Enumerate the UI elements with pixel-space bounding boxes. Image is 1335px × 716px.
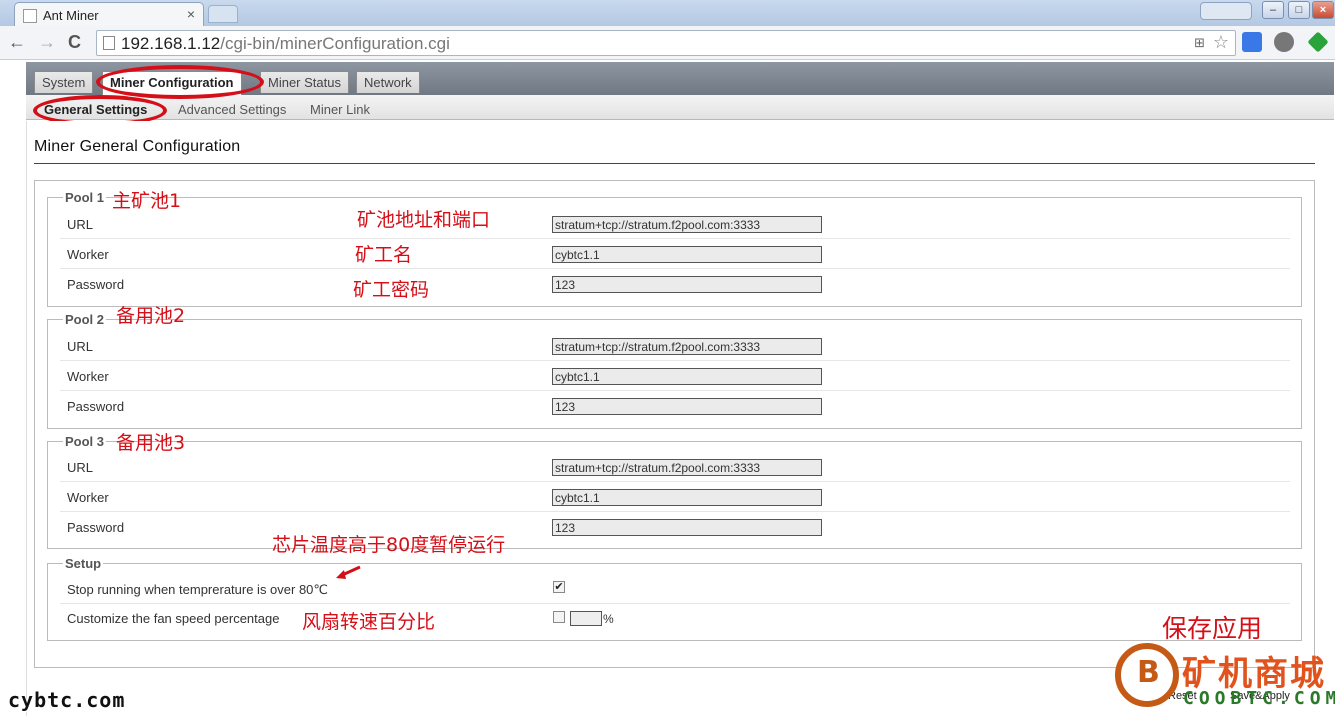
fan-unit-label: % (603, 612, 614, 626)
password-annotation: 矿工密码 (353, 279, 430, 301)
pool-1-url-input[interactable] (552, 216, 822, 233)
fan-speed-label: Customize the fan speed percentage (67, 611, 280, 626)
green-extension-icon[interactable] (1307, 31, 1329, 53)
browser-toolbar: ← → C 192.168.1.12/cgi-bin/minerConfigur… (0, 26, 1335, 60)
temp-stop-checkbox[interactable]: ✔ (553, 581, 565, 593)
browser-tab[interactable]: Ant Miner × (14, 2, 204, 28)
pool-2-url-label: URL (67, 339, 94, 354)
row-divider (60, 603, 1290, 604)
temp-annotation: 芯片温度高于80度暂停运行 (272, 534, 506, 556)
row-divider (60, 238, 1290, 239)
pool-1-annotation: 主矿池1 (112, 190, 182, 212)
pool-2-worker-label: Worker (67, 369, 109, 384)
new-tab-button[interactable] (208, 5, 238, 23)
logo-text-en: COOBTC.COM (1183, 688, 1335, 709)
pool-1-legend: Pool 1 (63, 190, 107, 205)
pool-1-worker-input[interactable] (552, 246, 822, 263)
pool-3-password-label: Password (67, 520, 125, 535)
pool-2-url-input[interactable] (552, 338, 822, 355)
row-divider (60, 360, 1290, 361)
page-title: Miner General Configuration (34, 138, 241, 155)
tab-miner-status[interactable]: Miner Status (260, 71, 349, 93)
maximize-window-button[interactable]: □ (1288, 1, 1310, 19)
pool-3-password-input[interactable] (552, 519, 822, 536)
tab-system[interactable]: System (34, 71, 94, 93)
page-favicon-icon (23, 9, 37, 23)
minimize-window-button[interactable]: – (1262, 1, 1284, 19)
pool-2-password-input[interactable] (552, 398, 822, 415)
pool-3-url-label: URL (67, 460, 94, 475)
reload-icon[interactable]: C (68, 32, 81, 52)
pool-1-url-label: URL (67, 217, 94, 232)
pool-3-url-input[interactable] (552, 459, 822, 476)
row-divider (60, 390, 1290, 391)
subtab-general-settings[interactable]: General Settings (44, 102, 147, 117)
logo-bitcoin-icon: B (1115, 643, 1179, 707)
pool-2-worker-input[interactable] (552, 368, 822, 385)
back-icon[interactable]: ← (8, 32, 26, 52)
address-url[interactable]: 192.168.1.12/cgi-bin/minerConfiguration.… (121, 34, 450, 54)
fan-speed-input[interactable] (570, 611, 602, 626)
google-translate-extension-icon[interactable] (1242, 32, 1262, 52)
setup-fieldset (47, 563, 1302, 641)
pool-2-annotation: 备用池2 (116, 305, 186, 327)
close-window-button[interactable]: × (1312, 1, 1334, 19)
red-arrow-icon (336, 565, 361, 579)
row-divider (60, 511, 1290, 512)
fan-speed-checkbox[interactable] (553, 611, 565, 623)
bookmark-star-icon[interactable]: ☆ (1213, 32, 1229, 53)
close-tab-icon[interactable]: × (187, 6, 195, 22)
translate-icon[interactable]: ⊞ (1194, 35, 1205, 51)
url-annotation: 矿池地址和端口 (357, 209, 491, 231)
pool-3-worker-input[interactable] (552, 489, 822, 506)
subtab-miner-link[interactable]: Miner Link (310, 102, 370, 117)
watermark-site: cybtc.com (8, 688, 126, 712)
page-icon (103, 36, 115, 50)
row-divider (60, 268, 1290, 269)
browser-tab-title: Ant Miner (43, 8, 99, 23)
pool-2-legend: Pool 2 (63, 312, 107, 327)
tab-miner-configuration[interactable]: Miner Configuration (102, 71, 242, 95)
setup-legend: Setup (63, 556, 104, 571)
save-annotation: 保存应用 (1162, 614, 1263, 643)
user-profile-button[interactable] (1200, 2, 1252, 20)
pool-2-password-label: Password (67, 399, 125, 414)
pool-1-password-input[interactable] (552, 276, 822, 293)
pool-1-worker-label: Worker (67, 247, 109, 262)
url-path: /cgi-bin/minerConfiguration.cgi (220, 34, 450, 53)
film-extension-icon[interactable] (1274, 32, 1294, 52)
worker-annotation: 矿工名 (355, 244, 413, 266)
temp-stop-label: Stop running when temprerature is over 8… (67, 582, 329, 597)
url-host: 192.168.1.12 (121, 34, 221, 53)
pool-3-legend: Pool 3 (63, 434, 107, 449)
pool-1-password-label: Password (67, 277, 125, 292)
tab-network[interactable]: Network (356, 71, 420, 93)
address-bar[interactable]: 192.168.1.12/cgi-bin/minerConfiguration.… (96, 30, 1236, 56)
subtab-advanced-settings[interactable]: Advanced Settings (178, 102, 286, 117)
forward-icon[interactable]: → (38, 32, 56, 52)
row-divider (60, 481, 1290, 482)
title-divider (34, 163, 1315, 164)
fan-annotation: 风扇转速百分比 (302, 611, 436, 633)
pool-3-worker-label: Worker (67, 490, 109, 505)
pool-3-annotation: 备用池3 (116, 432, 186, 454)
